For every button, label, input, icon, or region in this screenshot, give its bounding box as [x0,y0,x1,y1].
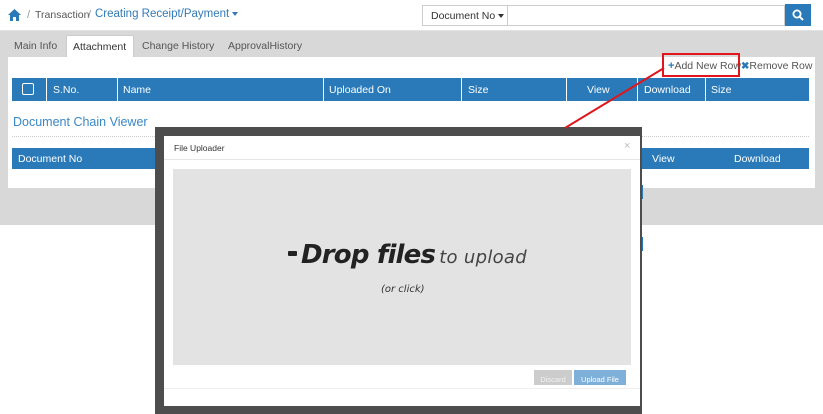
arrow-icon [288,251,297,256]
app-window: / Transaction / Creating Receipt/Payment… [0,0,823,414]
dropzone-light-text: to upload [439,247,527,268]
breadcrumb-separator: / [88,9,92,21]
remove-row-label: Remove Row [749,60,813,72]
top-bar: / Transaction / Creating Receipt/Payment… [0,0,823,31]
breadcrumb-current-dropdown[interactable]: Creating Receipt/Payment [95,8,239,20]
search-input[interactable] [508,5,785,26]
close-icon[interactable]: × [624,140,630,152]
document-chain-title: Document Chain Viewer [13,115,148,129]
home-icon[interactable] [7,8,22,22]
discard-button[interactable]: Discard [534,370,572,385]
column-header-size[interactable]: Size [461,78,566,101]
breadcrumb-transaction[interactable]: Transaction [35,9,89,21]
chevron-down-icon [232,11,239,16]
search-filter-label: Document No [431,10,496,22]
tab-change-history[interactable]: Change History [137,35,217,57]
search-button[interactable] [785,4,811,26]
add-new-row-button[interactable]: +Add New Row [668,60,741,72]
column-header-download[interactable]: Download [734,148,804,169]
search-filter-select[interactable]: Document No [422,5,508,26]
divider [164,388,640,389]
tab-approval-history[interactable]: ApprovalHistory [222,35,306,57]
select-all-cell [12,78,46,101]
breadcrumb-separator: / [27,9,31,21]
column-header-document-no[interactable]: Document No [18,148,158,169]
column-header-uploaded-on[interactable]: Uploaded On [323,78,461,101]
column-header-view[interactable]: View [566,78,637,101]
column-header-sno[interactable]: S.No. [46,78,117,101]
upload-file-button[interactable]: Upload File [574,370,626,385]
dropzone-message: Drop files to upload [288,240,527,270]
search-icon [792,9,804,21]
chevron-down-icon [498,14,505,19]
breadcrumb-current-label: Creating Receipt/Payment [95,8,230,20]
select-all-checkbox[interactable] [22,83,34,95]
tab-main-info[interactable]: Main Info [7,35,65,57]
tab-attachment[interactable]: Attachment [66,35,134,57]
add-new-row-label: Add New Row [674,60,741,72]
modal-title: File Uploader [174,143,225,153]
column-header-view[interactable]: View [652,148,712,169]
divider [164,159,640,160]
dropzone-subtext: (or click) [381,284,425,295]
remove-row-button[interactable]: ✖Remove Row [741,60,812,72]
column-header-name[interactable]: Name [117,78,323,101]
attachment-grid-header: S.No. Name Uploaded On Size View Downloa… [12,78,809,101]
column-header-download[interactable]: Download [637,78,705,101]
dropzone-strong-text: Drop files [301,240,436,270]
column-header-size-2[interactable]: Size [705,78,809,101]
